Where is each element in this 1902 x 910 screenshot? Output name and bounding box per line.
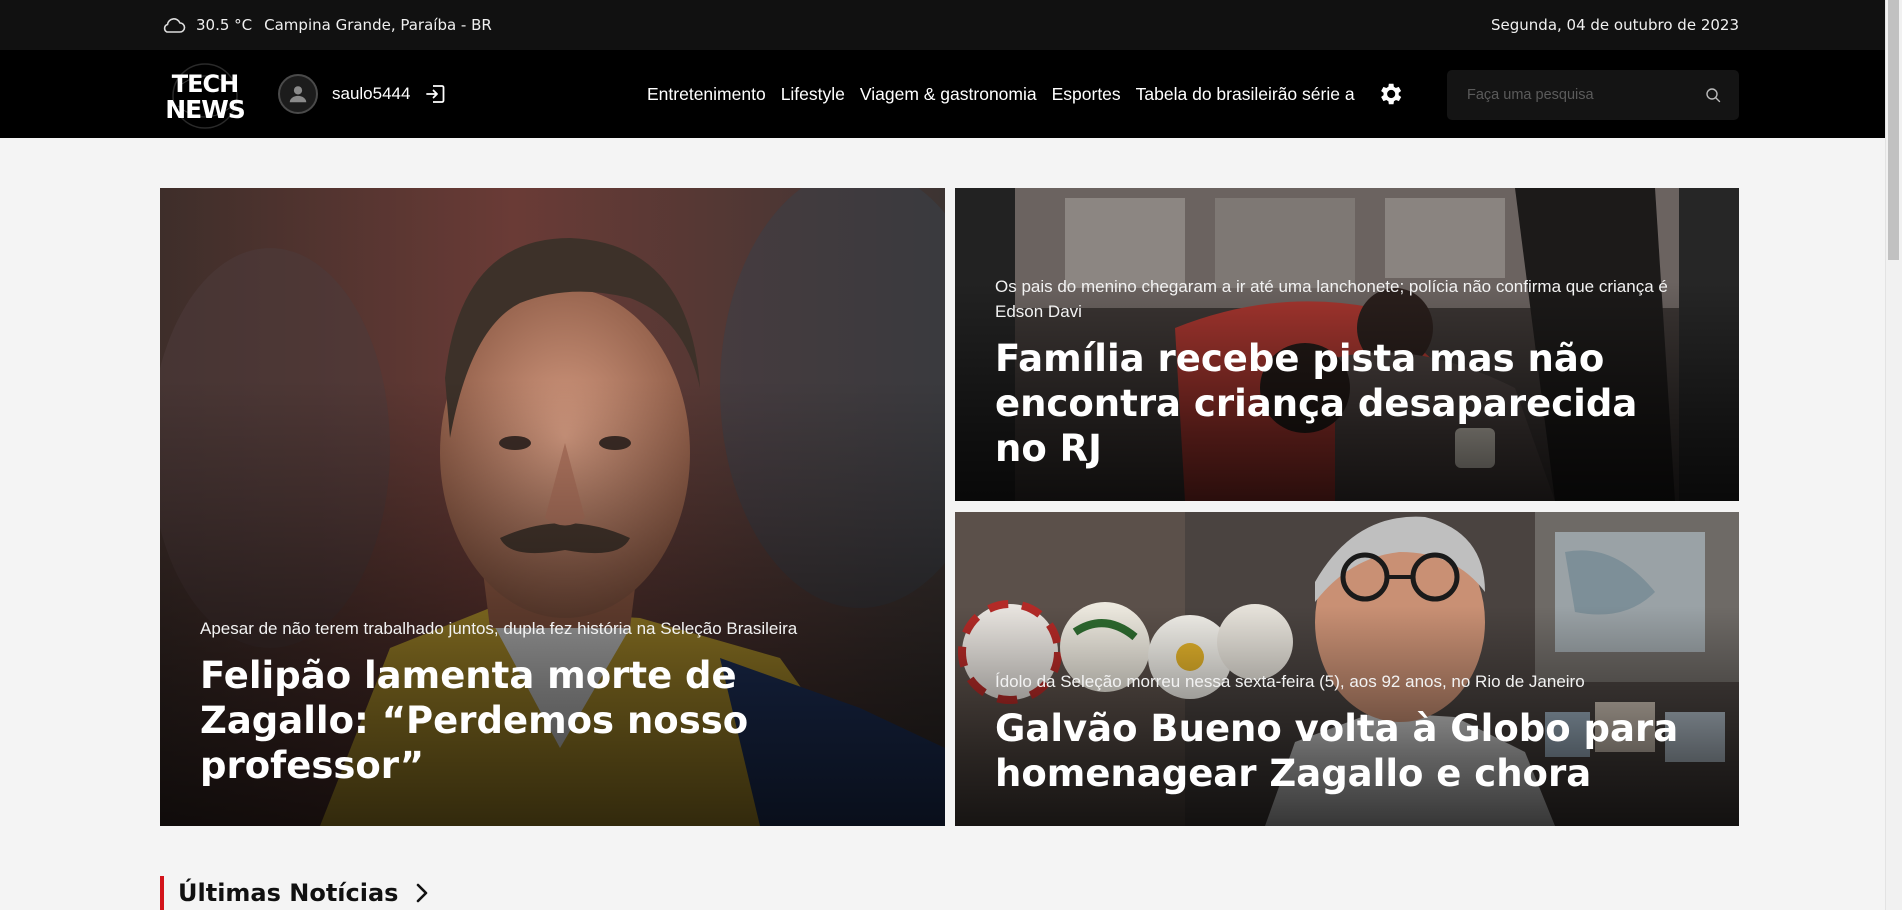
- logout-icon[interactable]: [424, 83, 446, 105]
- scrollbar-thumb[interactable]: [1888, 0, 1899, 260]
- section-title[interactable]: Últimas Notícias: [178, 879, 398, 907]
- featured-bottom-headline[interactable]: Galvão Bueno volta à Globo para homenage…: [995, 706, 1699, 796]
- featured-top-card[interactable]: Os pais do menino chegaram a ir até uma …: [955, 188, 1739, 501]
- logo-text-top: TECH: [172, 70, 238, 98]
- featured-bottom-subtitle: Ídolo da Seleção morreu nessa sexta-feir…: [995, 672, 1585, 691]
- featured-main-card[interactable]: Apesar de não terem trabalhado juntos, d…: [160, 188, 945, 826]
- user-area: saulo5444: [278, 72, 446, 116]
- menu-item-esportes[interactable]: Esportes: [1052, 84, 1121, 105]
- user-icon: [289, 86, 307, 103]
- cloud-icon: [160, 16, 186, 34]
- featured-bottom-card[interactable]: Ídolo da Seleção morreu nessa sexta-feir…: [955, 512, 1739, 826]
- search-input[interactable]: [1467, 87, 1705, 103]
- menu-item-tabela-brasileirao[interactable]: Tabela do brasileirão série a: [1136, 84, 1355, 105]
- weather-widget: 30.5 °C Campina Grande, Paraíba - BR: [160, 16, 492, 34]
- main-menu: Entretenimento Lifestyle Viagem & gastro…: [647, 50, 1404, 138]
- menu-item-entretenimento[interactable]: Entretenimento: [647, 84, 766, 105]
- section-accent-bar: [160, 876, 164, 910]
- page-scrollbar[interactable]: [1885, 0, 1902, 910]
- main-navbar: TECH NEWS saulo5444 Entretenimento Lifes…: [0, 50, 1885, 138]
- logo-text-bottom: NEWS: [165, 95, 245, 124]
- top-info-bar: 30.5 °C Campina Grande, Paraíba - BR Seg…: [0, 0, 1885, 50]
- featured-main-subtitle: Apesar de não terem trabalhado juntos, d…: [200, 619, 798, 638]
- current-date: Segunda, 04 de outubro de 2023: [1491, 16, 1739, 34]
- featured-top-subtitle: Os pais do menino chegaram a ir até uma …: [995, 277, 1668, 321]
- username[interactable]: saulo5444: [332, 84, 410, 104]
- avatar[interactable]: [278, 74, 318, 114]
- menu-item-viagem-gastronomia[interactable]: Viagem & gastronomia: [860, 84, 1037, 105]
- chevron-right-icon[interactable]: [412, 882, 432, 904]
- featured-top-headline[interactable]: Família recebe pista mas não encontra cr…: [995, 336, 1689, 471]
- menu-item-lifestyle[interactable]: Lifestyle: [781, 84, 845, 105]
- site-logo[interactable]: TECH NEWS: [164, 58, 246, 130]
- search-box: [1447, 70, 1739, 120]
- featured-main-headline[interactable]: Felipão lamenta morte de Zagallo: “Perde…: [200, 653, 905, 788]
- temperature: 30.5 °C: [196, 16, 253, 34]
- location: Campina Grande, Paraíba - BR: [264, 16, 492, 34]
- latest-news-heading: Últimas Notícias: [160, 876, 432, 910]
- search-icon[interactable]: [1705, 87, 1721, 103]
- gear-icon[interactable]: [1376, 80, 1404, 108]
